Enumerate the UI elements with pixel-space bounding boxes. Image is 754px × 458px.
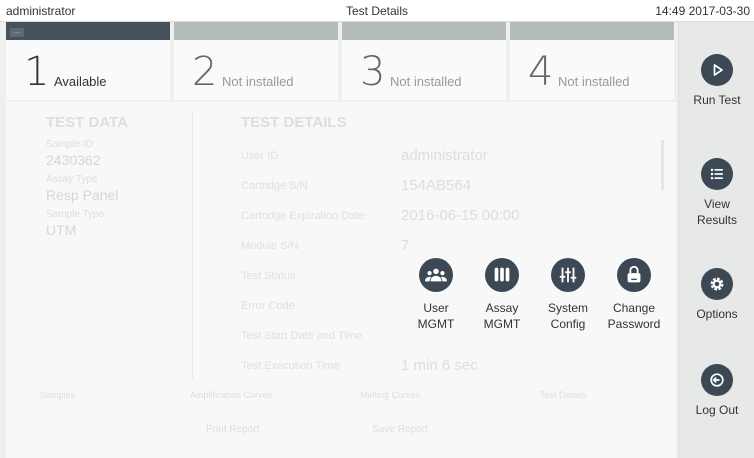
options-menu: User MGMT Assay MGMT System Config Change Pa… xyxy=(404,258,664,368)
module-number: 2 xyxy=(192,49,218,95)
field-key: Sample ID xyxy=(46,139,93,150)
detail-key: Cartridge Expiration Date xyxy=(241,210,365,222)
results-tabs: Samples Amplification Curves Melting Cur… xyxy=(20,390,676,410)
test-details-heading: TEST DETAILS xyxy=(241,114,347,131)
change-password-button[interactable]: Change Password xyxy=(602,258,666,332)
detail-key: User ID xyxy=(241,150,279,162)
save-report-button[interactable]: Save Report xyxy=(372,424,428,435)
detail-value: 7 xyxy=(401,237,410,254)
print-report-button[interactable]: Print Report xyxy=(206,424,259,435)
detail-key: Error Code xyxy=(241,300,295,312)
assay-mgmt-button[interactable]: Assay MGMT xyxy=(470,258,534,332)
module-label: Not installed xyxy=(558,74,630,89)
tab-samples[interactable]: Samples xyxy=(40,390,75,400)
module-number: 4 xyxy=(528,49,554,95)
detail-row: Test Execution Time 1 min 6 sec xyxy=(241,357,478,374)
detail-value: 2016-06-15 00:00 xyxy=(401,207,520,224)
test-data-heading: TEST DATA xyxy=(46,114,128,131)
detail-value: administrator xyxy=(401,147,488,164)
sliders-icon xyxy=(551,258,585,292)
menu-label: MGMT xyxy=(483,317,521,331)
module-label: Available xyxy=(54,74,107,89)
detail-key: Test Status xyxy=(241,270,296,282)
view-results-button[interactable]: View Results xyxy=(679,158,754,228)
detail-row: Error Code xyxy=(241,300,295,312)
module-status-bar xyxy=(174,22,338,40)
sidebar-label: Results xyxy=(696,213,737,227)
system-config-button[interactable]: System Config xyxy=(536,258,600,332)
menu-label: Change xyxy=(612,301,656,315)
module-label: Not installed xyxy=(222,74,294,89)
field-key: Assay Type xyxy=(46,174,98,185)
progress-dots-icon: --- xyxy=(10,28,24,37)
field-value: UTM xyxy=(46,222,77,238)
run-test-button[interactable]: Run Test xyxy=(679,54,754,108)
list-icon xyxy=(701,158,733,190)
field-value: Resp Panel xyxy=(46,187,119,203)
module-status-bar xyxy=(342,22,506,40)
detail-key: Cartridge S/N xyxy=(241,180,308,192)
detail-row: Module S/N 7 xyxy=(241,237,409,254)
menu-label: Assay xyxy=(485,301,519,315)
test-data-panel: TEST DATA Sample ID 2430362 Assay Type R… xyxy=(46,114,196,238)
sidebar-label: Run Test xyxy=(693,93,741,107)
menu-label: User xyxy=(423,301,449,315)
field-key: Sample Type xyxy=(46,209,105,220)
tab-melting-curves[interactable]: Melting Curves xyxy=(360,390,420,400)
detail-value: 154AB564 xyxy=(401,177,472,194)
tab-amplification-curves[interactable]: Amplification Curves xyxy=(190,390,272,400)
detail-row: Cartridge S/N 154AB564 xyxy=(241,177,471,194)
module-bar: --- 1 Available 2 Not installed 3 Not in… xyxy=(6,22,676,100)
detail-row: User ID administrator xyxy=(241,147,488,164)
module-tab-2[interactable]: 2 Not installed xyxy=(174,22,338,100)
play-icon xyxy=(701,54,733,86)
users-icon xyxy=(419,258,453,292)
module-tab-3[interactable]: 3 Not installed xyxy=(342,22,506,100)
menu-label: Password xyxy=(607,317,661,331)
lock-icon xyxy=(617,258,651,292)
module-tab-1[interactable]: --- 1 Available xyxy=(6,22,170,100)
clock: 14:49 2017-03-30 xyxy=(655,4,750,18)
field-value: 2430362 xyxy=(46,152,101,168)
detail-key: Test Execution Time xyxy=(241,360,340,372)
module-label: Not installed xyxy=(390,74,462,89)
detail-row: Test Start Date and Time xyxy=(241,330,362,342)
sidebar-label: Options xyxy=(696,307,738,321)
options-button[interactable]: Options xyxy=(679,268,754,322)
detail-key: Test Start Date and Time xyxy=(241,330,363,342)
module-number: 3 xyxy=(360,49,386,95)
test-tubes-icon xyxy=(485,258,519,292)
module-number: 1 xyxy=(24,49,50,95)
menu-label: System xyxy=(547,301,588,315)
menu-label: MGMT xyxy=(417,317,455,331)
module-tab-4[interactable]: 4 Not installed xyxy=(510,22,674,100)
user-mgmt-button[interactable]: User MGMT xyxy=(404,258,468,332)
detail-key: Module S/N xyxy=(241,240,299,252)
module-status-bar: --- xyxy=(6,22,170,40)
details-scrollbar[interactable] xyxy=(661,140,664,190)
logout-icon xyxy=(701,364,733,396)
gear-icon xyxy=(701,268,733,300)
detail-row: Test Status xyxy=(241,270,295,282)
sidebar-label: Log Out xyxy=(695,403,739,417)
module-status-bar xyxy=(510,22,674,40)
page-title: Test Details xyxy=(345,4,409,18)
report-actions: Print Report Save Report xyxy=(206,424,428,435)
detail-row: Cartridge Expiration Date 2016-06-15 00:0… xyxy=(241,207,519,224)
top-bar: administrator Test Details 14:49 2017-03… xyxy=(0,0,754,22)
right-sidebar: Run Test View Results Options Log Out xyxy=(678,22,754,458)
tab-test-details[interactable]: Test Details xyxy=(540,390,587,400)
sidebar-label: View xyxy=(704,197,730,211)
menu-label: Config xyxy=(550,317,586,331)
log-out-button[interactable]: Log Out xyxy=(679,364,754,418)
